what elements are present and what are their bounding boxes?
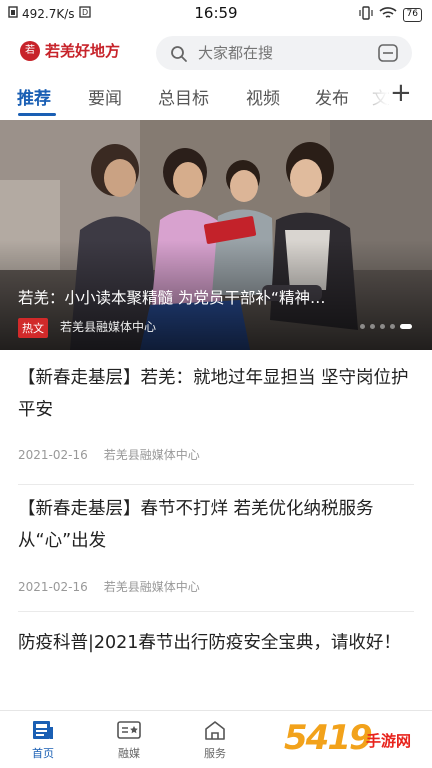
article-source: 若羌县融媒体中心 bbox=[103, 580, 200, 594]
status-bar: 492.7K/s D 16:59 76 bbox=[0, 0, 432, 30]
featured-banner[interactable]: 若羌：小小读本聚精髓 为党员干部补“精神… 热文 若羌县融媒体中心 bbox=[0, 120, 432, 350]
nav-services-label: 服务 bbox=[204, 747, 226, 760]
article-date: 2021-02-16 bbox=[18, 580, 88, 594]
article-title[interactable]: 【新春走基层】若羌：就地过年显担当 坚守岗位护平安 bbox=[18, 362, 414, 426]
status-right: 76 bbox=[358, 6, 422, 23]
logo-badge-icon: 若 bbox=[20, 40, 40, 61]
nav-media[interactable]: 融媒 bbox=[104, 719, 154, 761]
carousel-dot bbox=[380, 324, 385, 329]
article-date: 2021-02-16 bbox=[18, 448, 88, 462]
category-tabs: 推荐 要闻 总目标 视频 发布 文 + bbox=[0, 76, 432, 120]
divider bbox=[18, 484, 414, 485]
home-news-icon bbox=[33, 721, 53, 739]
battery-indicator: 76 bbox=[402, 7, 422, 22]
carousel-dot bbox=[370, 324, 375, 329]
app-logo[interactable]: 若 若羌好地方 bbox=[20, 40, 120, 61]
article-item[interactable]: 防疫科普|2021春节出行防疫安全宝典，请收好！ bbox=[18, 627, 414, 697]
search-bar[interactable] bbox=[156, 36, 412, 70]
search-input[interactable] bbox=[198, 36, 368, 70]
media-icon bbox=[117, 721, 141, 739]
carousel-dot bbox=[360, 324, 365, 329]
carousel-dot bbox=[390, 324, 395, 329]
tab-fade bbox=[368, 84, 388, 112]
nav-home[interactable]: 首页 bbox=[18, 719, 68, 761]
nav-media-label: 融媒 bbox=[118, 747, 140, 760]
site-watermark: 5419 手游网 bbox=[284, 718, 428, 764]
nav-services[interactable]: 服务 bbox=[190, 719, 240, 761]
carousel-dots bbox=[360, 324, 412, 329]
tab-goals[interactable]: 总目标 bbox=[158, 84, 209, 109]
banner-source: 若羌县融媒体中心 bbox=[60, 320, 157, 334]
tab-headlines[interactable]: 要闻 bbox=[88, 84, 122, 109]
article-title[interactable]: 【新春走基层】春节不打烊 若羌优化纳税服务 从“心”出发 bbox=[18, 493, 414, 557]
tab-publish[interactable]: 发布 bbox=[315, 84, 349, 109]
banner-title[interactable]: 若羌：小小读本聚精髓 为党员干部补“精神… bbox=[18, 286, 414, 308]
nav-home-label: 首页 bbox=[32, 747, 54, 760]
menu-icon[interactable] bbox=[378, 44, 398, 62]
app-header: 若 若羌好地方 bbox=[0, 30, 432, 76]
watermark-text: 手游网 bbox=[366, 732, 412, 750]
vibrate-icon bbox=[358, 6, 373, 23]
logo-text: 若羌好地方 bbox=[45, 42, 121, 60]
tab-video[interactable]: 视频 bbox=[246, 84, 280, 109]
tab-recommend[interactable]: 推荐 bbox=[17, 84, 51, 109]
active-tab-indicator bbox=[18, 113, 56, 116]
article-source: 若羌县融媒体中心 bbox=[103, 448, 200, 462]
article-meta: 2021-02-16 若羌县融媒体中心 bbox=[18, 446, 200, 463]
services-home-icon bbox=[205, 721, 225, 740]
search-icon bbox=[171, 46, 187, 62]
article-item[interactable]: 【新春走基层】春节不打烊 若羌优化纳税服务 从“心”出发 2021-02-16 若… bbox=[18, 493, 414, 611]
wifi-icon bbox=[379, 6, 397, 23]
article-title[interactable]: 防疫科普|2021春节出行防疫安全宝典，请收好！ bbox=[18, 627, 414, 659]
article-meta: 2021-02-16 若羌县融媒体中心 bbox=[18, 578, 200, 595]
add-tab-icon[interactable]: + bbox=[390, 78, 412, 108]
watermark-number: 5419 bbox=[284, 718, 373, 758]
divider bbox=[18, 611, 414, 612]
carousel-dot-active bbox=[400, 324, 412, 329]
hot-tag-badge: 热文 bbox=[18, 318, 48, 338]
article-item[interactable]: 【新春走基层】若羌：就地过年显担当 坚守岗位护平安 2021-02-16 若羌县融… bbox=[18, 362, 414, 480]
